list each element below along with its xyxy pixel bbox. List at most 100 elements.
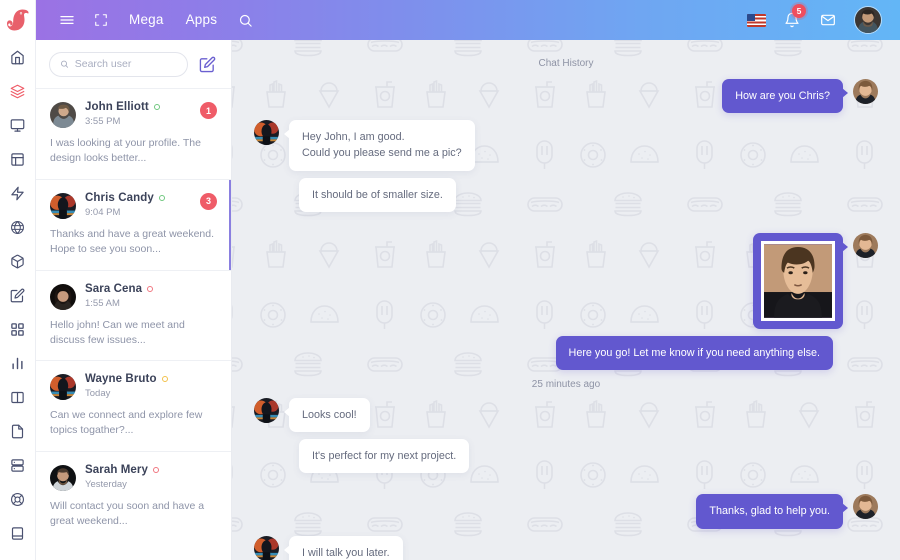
message-bubble-incoming[interactable]: Looks cool! [284,397,370,433]
layers-icon [10,84,25,98]
shared-photo[interactable] [761,240,835,321]
profile-avatar[interactable] [854,6,882,34]
compose-message-button[interactable] [196,53,218,75]
list-item-header: John Elliott 3:55 PM 1 [50,101,217,128]
message-bubble-outgoing[interactable]: How are you Chris? [722,79,848,114]
rail-item-lifebuoy[interactable] [0,482,36,516]
message-bubble-incoming[interactable]: Hey John, I am good. Could you please se… [284,120,475,171]
rail-item-bar-chart[interactable] [0,346,36,380]
rail-item-monitor[interactable] [0,108,36,142]
rail-item-globe[interactable] [0,210,36,244]
rail-item-home[interactable] [0,40,36,74]
list-item[interactable]: John Elliott 3:55 PM 1 I was looking at … [36,88,231,179]
list-item-nameline: Sara Cena [85,283,217,295]
avatar-image [855,7,881,33]
list-item[interactable]: Wayne Bruto Today Can we connect and exp… [36,360,231,452]
message-bubble-outgoing[interactable]: Thanks, glad to help you. [696,494,848,529]
contact-name: Chris Candy [85,191,154,204]
chat-scroll-container[interactable]: Chat History How are you Chris? Hey John… [232,40,900,560]
list-item-header: Wayne Bruto Today [50,373,217,401]
message-preview: Hello john! Can we meet and discuss few … [50,318,185,346]
top-header-bar: Mega Apps 5 [36,0,900,40]
avatar-image [254,120,279,146]
list-item-nameline: Sarah Mery [85,464,217,476]
chat-list[interactable]: John Elliott 3:55 PM 1 I was looking at … [36,88,231,560]
chameleon-logo-icon [6,9,28,31]
avatar [254,397,279,423]
box-icon [11,254,24,268]
list-item[interactable]: Chris Candy 9:04 PM 3 Thanks and have a … [36,178,231,270]
globe-icon [11,220,24,234]
avatar [50,283,76,310]
list-item[interactable]: Sara Cena 1:55 AM Hello john! Can we mee… [36,269,231,361]
contact-name: Wayne Bruto [85,373,157,386]
menu-toggle-button[interactable] [50,0,84,40]
avatar-image [853,79,878,104]
avatar-image [50,374,76,401]
header-search-button[interactable] [228,0,262,40]
message-preview: I was looking at your profile. The desig… [50,137,201,164]
avatar [50,192,76,219]
avatar-image [50,102,76,128]
grid-icon [11,322,24,336]
search-user-input[interactable] [74,58,177,70]
list-item-nameline: Wayne Bruto [85,373,217,385]
app-logo[interactable] [0,0,36,40]
messages-button[interactable] [810,0,846,40]
rail-item-layers[interactable] [0,74,36,108]
message-bubble-incoming[interactable]: It should be of smaller size. [299,177,456,212]
rail-item-grid[interactable] [0,312,36,346]
list-item-meta: Wayne Bruto Today [85,373,217,399]
avatar-image [50,465,76,492]
nav-link-apps[interactable]: Apps [175,0,229,40]
header-right-group: 5 [738,0,900,40]
unread-badge: 1 [200,102,217,119]
message-bubble-image[interactable] [753,232,848,329]
avatar [853,79,878,104]
message-time: Today [85,388,111,400]
list-item-nameline: Chris Candy [85,192,191,204]
contact-name: Sara Cena [85,282,143,295]
nav-link-mega[interactable]: Mega [118,0,175,40]
book-icon [11,526,24,540]
avatar-image [254,397,279,423]
envelope-icon [821,14,835,26]
rail-item-zap[interactable] [0,176,36,210]
fullscreen-button[interactable] [84,0,118,40]
notification-badge: 5 [792,4,806,18]
list-item-meta: Chris Candy 9:04 PM [85,192,191,218]
avatar-image [254,535,279,560]
message-preview: Thanks and have a great weekend. Hope to… [50,227,215,255]
message-time: 9:04 PM [85,206,121,218]
file-icon [11,424,24,438]
columns-icon [11,391,24,403]
avatar [50,465,76,492]
rail-item-columns[interactable] [0,380,36,414]
message-row: Here you go! Let me know if you need any… [254,335,843,370]
unread-badge: 3 [200,192,217,210]
rail-item-file[interactable] [0,414,36,448]
message-bubble-incoming[interactable]: I will talk you later. [284,535,403,560]
message-row: How are you Chris? [254,79,878,114]
rail-item-layout[interactable] [0,142,36,176]
rail-item-book[interactable] [0,516,36,550]
rail-item-server[interactable] [0,448,36,482]
message-row: It should be of smaller size. [289,177,878,212]
rail-item-box[interactable] [0,244,36,278]
message-preview: Can we connect and explore few topics to… [50,409,203,437]
list-item[interactable]: Sarah Mery Yesterday Will contact you so… [36,451,231,543]
message-bubble-incoming[interactable]: It's perfect for my next project. [299,439,470,474]
status-indicator-icon [161,376,168,383]
server-icon [11,458,24,472]
fullscreen-icon [95,14,107,26]
language-flag-button[interactable] [738,0,774,40]
notifications-button[interactable]: 5 [774,0,810,40]
rail-item-edit[interactable] [0,278,36,312]
status-indicator-icon [153,104,160,110]
chat-conversation-area[interactable]: Chat History How are you Chris? Hey John… [232,40,900,560]
bar-chart-icon [12,357,23,369]
status-indicator-icon [147,285,154,292]
search-user-box[interactable] [49,51,188,77]
us-flag-icon [746,13,766,27]
message-bubble-outgoing[interactable]: Here you go! Let me know if you need any… [555,335,833,370]
